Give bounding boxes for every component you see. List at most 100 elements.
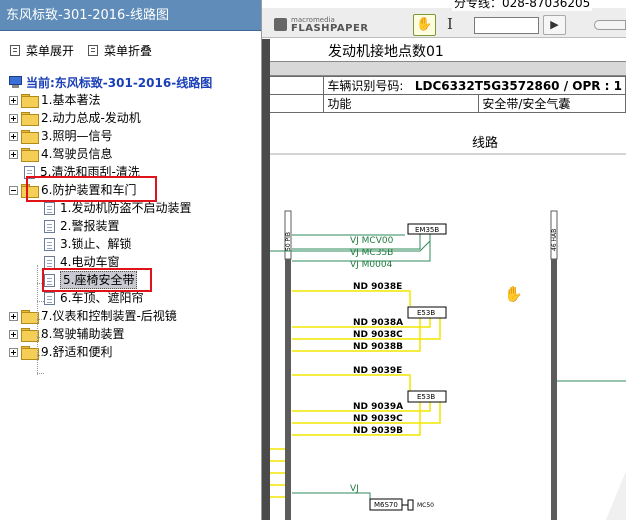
collapse-toggle-icon[interactable]	[9, 185, 18, 195]
document-icon	[44, 255, 55, 269]
wire-label: VJ M0004	[350, 260, 393, 270]
tree-item-8[interactable]: 8.驾驶辅助装置	[0, 325, 261, 343]
tree-root[interactable]: 当前:东风标致-301-2016-线路图	[0, 73, 261, 91]
connector-bar-right-label: 46 HAB	[551, 229, 558, 251]
tree-item-label: 3.照明—信号	[41, 129, 113, 143]
navigation-panel: 东风标致-301-2016-线路图 菜单展开 菜单折叠 当前:东风标致-301-…	[0, 0, 262, 520]
tree-connector	[37, 319, 44, 320]
folder-icon	[21, 328, 39, 342]
document-icon	[44, 201, 55, 215]
expand-toggle-icon[interactable]	[9, 131, 18, 141]
component-label: E53B	[417, 393, 435, 401]
text-select-button[interactable]: I	[447, 15, 453, 33]
info-cell-empty	[270, 76, 325, 95]
document-icon	[44, 291, 55, 305]
panel-title: 东风标致-301-2016-线路图	[0, 0, 261, 31]
vin-cell: 车辆识别号码: LDC6332T5G3572860 / OPR : 1	[323, 76, 626, 95]
wire-label: ND 9039E	[353, 366, 402, 376]
component-tag: MC50	[417, 502, 434, 509]
document-icon	[44, 237, 55, 251]
collapse-menu-button[interactable]: 菜单折叠	[88, 42, 152, 59]
viewer-toolbar: macromedia FLASHPAPER ✋ I ▶	[262, 8, 626, 38]
folder-icon	[21, 148, 39, 162]
tree-item-label: 9.舒适和便利	[41, 345, 113, 359]
tree-subitem-3[interactable]: 3.锁止、解锁	[0, 235, 261, 253]
tree-view: 当前:东风标致-301-2016-线路图 1.基本著法 2.动力总成-发动机 3…	[0, 69, 261, 375]
expand-toggle-icon[interactable]	[9, 113, 18, 123]
expand-toggle-icon[interactable]	[9, 347, 18, 357]
tree-root-label: 当前:东风标致-301-2016-线路图	[26, 75, 213, 90]
folder-icon	[21, 346, 39, 360]
highlight-box-selection	[42, 268, 152, 292]
expand-toggle-icon[interactable]	[9, 149, 18, 159]
hand-cursor-icon: ✋	[504, 285, 523, 303]
document-viewer: macromedia FLASHPAPER ✋ I ▶ 分专线：028-8703…	[262, 0, 626, 520]
tree-item-3[interactable]: 3.照明—信号	[0, 127, 261, 145]
search-arrow-icon: ▶	[550, 18, 559, 31]
vin-label: 车辆识别号码:	[327, 79, 404, 93]
tree-connector	[37, 301, 44, 302]
wire-green	[292, 492, 371, 501]
menu-bar: 菜单展开 菜单折叠	[0, 31, 261, 69]
tree-subitem-label: 3.锁止、解锁	[60, 237, 132, 251]
expand-icon	[10, 44, 20, 56]
component-label: M6S70	[374, 501, 398, 509]
tree-item-label: 1.基本著法	[41, 93, 101, 107]
text-cursor-icon: I	[447, 15, 453, 33]
wire-label: ND 9038E	[353, 282, 402, 292]
wire-yellow	[292, 290, 411, 306]
expand-menu-button[interactable]: 菜单展开	[10, 42, 74, 59]
component-label: EM35B	[415, 226, 439, 234]
collapse-icon	[88, 44, 99, 56]
tree-item-1[interactable]: 1.基本著法	[0, 91, 261, 109]
tree-connector	[37, 265, 38, 375]
search-input[interactable]	[474, 17, 539, 34]
tree-item-4[interactable]: 4.驾驶员信息	[0, 145, 261, 163]
tree-connector	[37, 355, 44, 356]
tree-item-7[interactable]: 7.仪表和控制装置-后视镜	[0, 307, 261, 325]
document-icon	[44, 219, 55, 233]
hand-icon: ✋	[416, 17, 433, 32]
tree-item-label: 7.仪表和控制装置-后视镜	[41, 309, 177, 323]
expand-menu-label: 菜单展开	[26, 43, 75, 58]
tree-subitem-2[interactable]: 2.警报装置	[0, 217, 261, 235]
vehicle-info-table: 车辆识别号码: LDC6332T5G3572860 / OPR : 1 功能 安…	[270, 76, 626, 113]
expand-toggle-icon[interactable]	[9, 311, 18, 321]
logo-big-text: FLASHPAPER	[291, 23, 369, 34]
hotline-banner: 分专线：028-87036205	[452, 0, 593, 11]
wire-label: ND 9038C	[353, 330, 403, 340]
tree-subitem-label: 2.警报装置	[60, 219, 120, 233]
expand-toggle-icon[interactable]	[9, 95, 18, 105]
zoom-slider[interactable]	[594, 20, 626, 30]
folder-icon	[21, 130, 39, 144]
tree-subitem-label: 1.发动机防盗不启动装置	[60, 201, 192, 215]
hand-tool-button[interactable]: ✋	[413, 14, 436, 36]
section-heading: 线路	[472, 136, 499, 151]
wire-label: ND 9038A	[353, 318, 403, 328]
tree-item-2[interactable]: 2.动力总成-发动机	[0, 109, 261, 127]
folder-icon	[21, 94, 39, 108]
wire-yellow	[270, 448, 285, 498]
wire-label: ND 9039C	[353, 414, 403, 424]
function-value: 安全带/安全气囊	[478, 94, 626, 113]
wire-yellow	[292, 374, 411, 391]
function-label: 功能	[323, 94, 480, 113]
tree-subitem-label: 6.车顶、遮阳帘	[60, 291, 144, 305]
highlight-box-category	[26, 176, 157, 202]
ground-icon	[407, 499, 414, 511]
wire-label: ND 9039B	[353, 426, 403, 436]
tree-item-label: 8.驾驶辅助装置	[41, 327, 125, 341]
wire-label: VJ MCV00	[350, 236, 394, 246]
search-button[interactable]: ▶	[543, 15, 566, 35]
wire-label: ND 9039A	[353, 402, 403, 412]
wire-label: ND 9038B	[353, 342, 403, 352]
tree-connector	[37, 337, 44, 338]
wire-label: VJ	[350, 484, 359, 494]
folder-icon	[21, 112, 39, 126]
folder-icon	[21, 310, 39, 324]
wiring-diagram: 50 PIB 46 HAB EM35B VJ MCV00 VJ MC35B VJ…	[270, 153, 626, 520]
collapse-menu-label: 菜单折叠	[104, 43, 153, 58]
tree-item-9[interactable]: 9.舒适和便利	[0, 343, 261, 361]
expand-toggle-icon[interactable]	[9, 329, 18, 339]
viewer-gutter	[262, 39, 270, 520]
